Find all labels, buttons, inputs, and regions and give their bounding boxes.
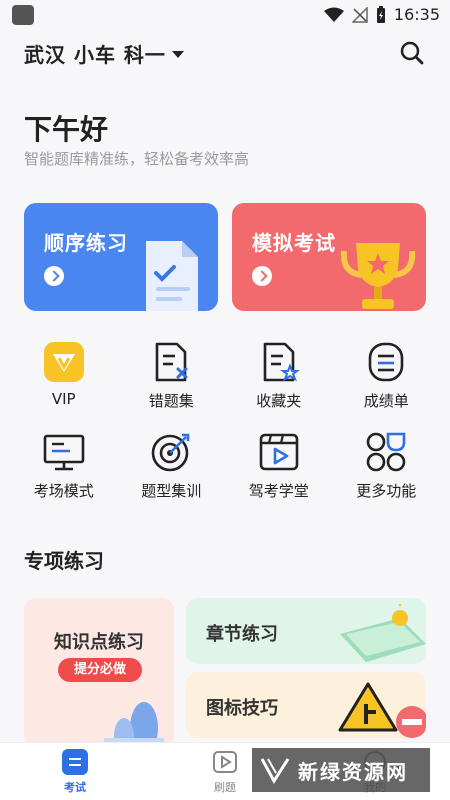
watermark-logo-icon bbox=[260, 758, 290, 784]
no-signal-icon bbox=[351, 6, 368, 23]
illustration-icon bbox=[104, 702, 164, 748]
grid-item-favorites[interactable]: 收藏夹 bbox=[225, 340, 333, 414]
grid-item-question-types[interactable]: 题型集训 bbox=[118, 430, 226, 504]
mock-exam-card[interactable]: 模拟考试 bbox=[232, 203, 426, 311]
sign-skills-card[interactable]: 图标技巧 bbox=[186, 672, 426, 738]
notification-icon bbox=[12, 5, 34, 25]
mock-exam-label: 模拟考试 bbox=[252, 231, 336, 255]
search-button[interactable] bbox=[398, 39, 426, 67]
location-label: 武汉 小车 科一 bbox=[24, 42, 166, 67]
exam-room-icon bbox=[43, 434, 85, 471]
vip-icon bbox=[43, 342, 84, 382]
target-icon bbox=[151, 433, 190, 472]
wifi-icon bbox=[323, 7, 344, 22]
header: 武汉 小车 科一 bbox=[24, 36, 426, 70]
grid-label: 考场模式 bbox=[33, 482, 94, 500]
sequential-practice-label: 顺序练习 bbox=[44, 231, 128, 255]
more-grid-icon bbox=[366, 432, 406, 472]
tab-exam[interactable]: 考试 bbox=[30, 749, 120, 795]
location-selector[interactable]: 武汉 小车 科一 bbox=[24, 39, 184, 68]
greeting-title: 下午好 bbox=[24, 113, 109, 146]
tab-label: 刷题 bbox=[214, 781, 236, 794]
grid-item-more[interactable]: 更多功能 bbox=[333, 430, 441, 504]
grid-label: 题型集训 bbox=[141, 482, 202, 500]
battery-icon bbox=[376, 5, 385, 23]
grid-label: 成绩单 bbox=[363, 392, 409, 410]
grid-label: 错题集 bbox=[148, 392, 194, 410]
caret-down-icon bbox=[171, 50, 184, 58]
grid-item-exam-room[interactable]: 考场模式 bbox=[10, 430, 118, 504]
grid-item-transcript[interactable]: 成绩单 bbox=[333, 340, 441, 414]
arrow-right-icon bbox=[44, 266, 64, 286]
watermark-text: 新绿资源网 bbox=[298, 759, 408, 784]
book-icon bbox=[340, 604, 426, 662]
grid-label: 收藏夹 bbox=[256, 392, 302, 410]
search-icon bbox=[400, 41, 424, 65]
warning-sign-icon bbox=[338, 682, 426, 738]
chapter-practice-card[interactable]: 章节练习 bbox=[186, 598, 426, 664]
watermark: 新绿资源网 bbox=[252, 748, 430, 792]
function-grid: VIP 错题集 收藏夹 成绩单 考场模式 题型集训 驾考学堂 更多功能 bbox=[10, 340, 440, 504]
grid-item-vip[interactable]: VIP bbox=[10, 340, 118, 414]
grid-label: 更多功能 bbox=[356, 482, 417, 500]
trophy-icon bbox=[340, 243, 416, 309]
play-tab-icon bbox=[212, 749, 238, 775]
sign-skills-label: 图标技巧 bbox=[206, 698, 278, 719]
video-class-icon bbox=[259, 433, 299, 471]
sequential-practice-card[interactable]: 顺序练习 bbox=[24, 203, 218, 311]
status-bar: 16:35 bbox=[0, 0, 450, 30]
grid-item-driving-school[interactable]: 驾考学堂 bbox=[225, 430, 333, 504]
grid-item-wrong-questions[interactable]: 错题集 bbox=[118, 340, 226, 414]
exam-tab-icon bbox=[62, 749, 88, 775]
knowledge-practice-card[interactable]: 知识点练习 提分必做 bbox=[24, 598, 174, 748]
section-title: 专项练习 bbox=[24, 549, 104, 573]
tab-label: 考试 bbox=[64, 781, 86, 794]
favorites-icon bbox=[263, 342, 300, 382]
arrow-right-icon bbox=[252, 266, 272, 286]
status-time: 16:35 bbox=[393, 5, 440, 24]
chapter-practice-label: 章节练习 bbox=[206, 624, 278, 645]
document-check-icon bbox=[146, 241, 198, 311]
badge: 提分必做 bbox=[58, 658, 142, 682]
greeting-subtitle: 智能题库精准练，轻松备考效率高 bbox=[24, 150, 250, 168]
transcript-icon bbox=[368, 342, 404, 382]
grid-label: VIP bbox=[51, 390, 76, 408]
grid-label: 驾考学堂 bbox=[248, 482, 309, 500]
knowledge-practice-label: 知识点练习 bbox=[54, 632, 144, 653]
wrong-questions-icon bbox=[155, 342, 188, 382]
